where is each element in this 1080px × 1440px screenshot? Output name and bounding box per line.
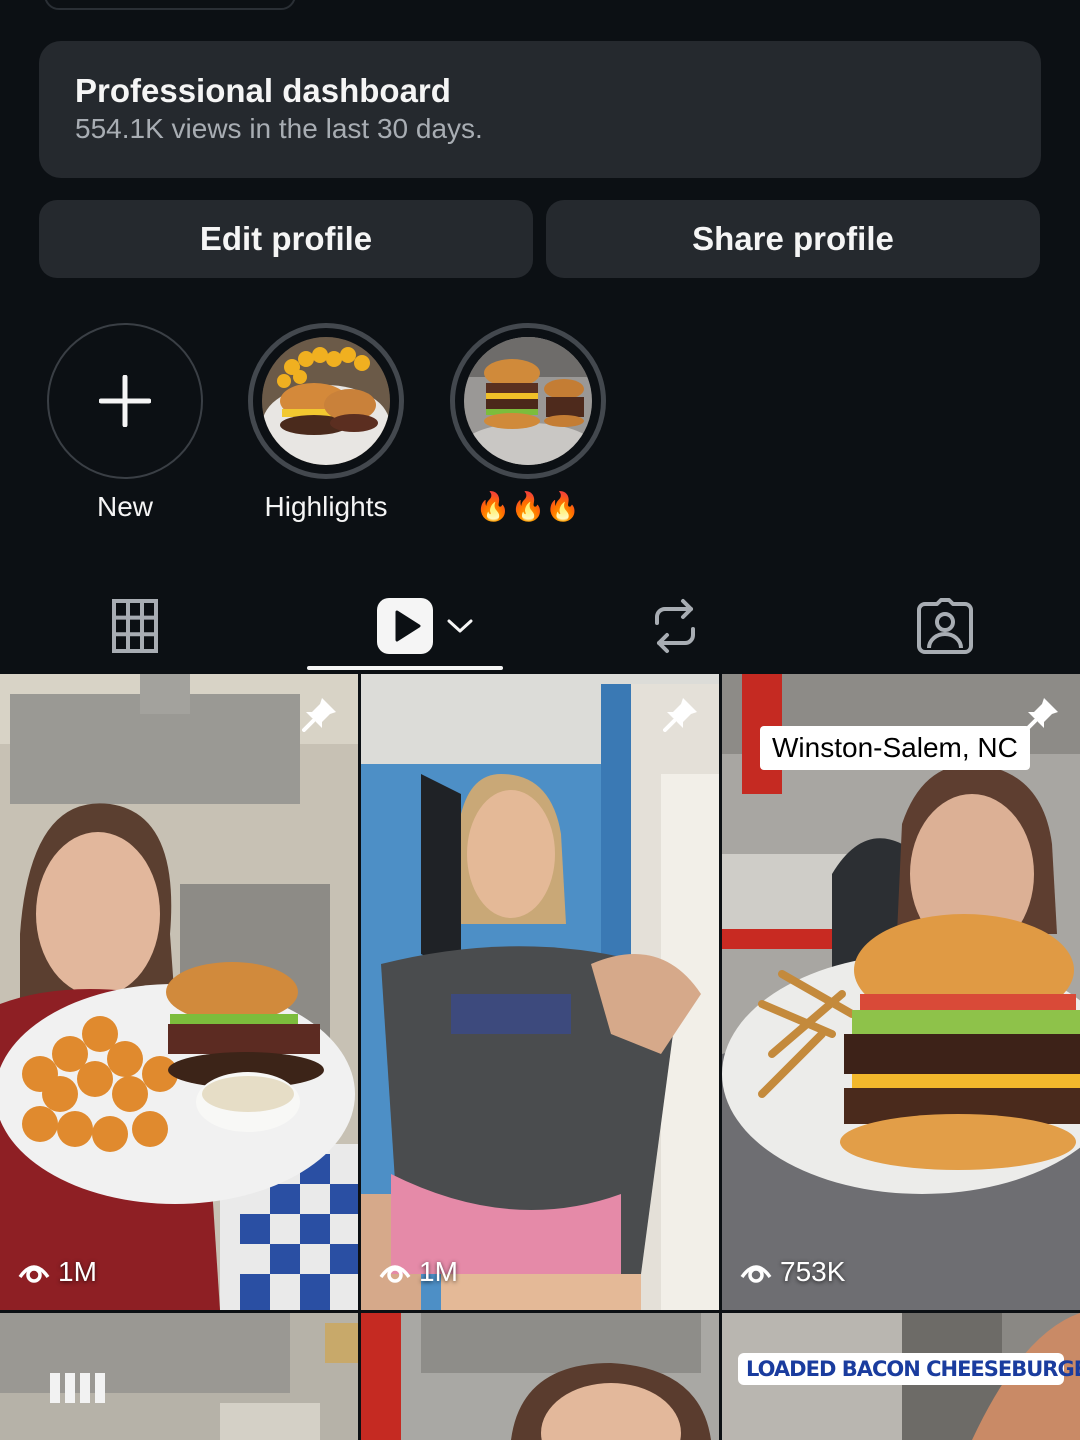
chevron-down-icon	[447, 619, 473, 633]
dashboard-subtitle: 554.1K views in the last 30 days.	[75, 113, 483, 144]
plus-icon	[99, 375, 151, 427]
pin-icon	[663, 698, 697, 732]
reels-icon	[377, 598, 433, 654]
view-count-text: 1M	[419, 1256, 458, 1287]
pin-icon	[302, 698, 336, 732]
pin-icon	[1024, 698, 1058, 732]
burger-fries-photo	[262, 337, 390, 465]
highlight-label: Highlights	[264, 491, 388, 522]
highlight-ring[interactable]	[248, 323, 404, 479]
reels-grid: 1M 1M Winston-Salem, NC 753K LOADED BACO…	[0, 674, 1080, 1440]
view-count-text: 753K	[780, 1256, 846, 1287]
repost-icon	[655, 599, 695, 653]
top-pill-outline	[44, 0, 296, 10]
share-profile-button[interactable]: Share profile	[546, 200, 1040, 278]
reel-image	[0, 1313, 358, 1440]
eye-icon	[379, 1265, 411, 1283]
view-count: 1M	[379, 1256, 458, 1288]
tab-reels[interactable]	[370, 588, 480, 664]
highlight-highlights[interactable]: Highlights	[246, 323, 406, 525]
eye-icon	[740, 1265, 772, 1283]
active-tab-indicator	[307, 666, 503, 670]
grid-icon	[112, 599, 158, 653]
reel-thumbnail[interactable]: 1M	[0, 674, 358, 1310]
tagged-icon	[917, 598, 973, 654]
highlight-label: 🔥🔥🔥	[475, 491, 581, 522]
new-highlight-circle[interactable]	[47, 323, 203, 479]
highlight-fire[interactable]: 🔥🔥🔥	[448, 323, 608, 525]
location-overlay: Winston-Salem, NC	[760, 726, 1030, 770]
reel-thumbnail[interactable]: 1M	[361, 674, 719, 1310]
reel-thumbnail[interactable]: Winston-Salem, NC 753K	[722, 674, 1080, 1310]
view-count: 1M	[18, 1256, 97, 1288]
tab-reposts[interactable]	[640, 588, 710, 664]
highlight-label: New	[96, 491, 153, 522]
burgers-photo	[464, 337, 592, 465]
reel-image	[0, 674, 358, 1310]
reel-thumbnail[interactable]	[361, 1313, 719, 1440]
reel-image	[361, 674, 719, 1310]
reel-thumbnail[interactable]	[0, 1313, 358, 1440]
view-count-text: 1M	[58, 1256, 97, 1287]
view-count: 753K	[740, 1256, 845, 1288]
reel-thumbnail[interactable]: LOADED BACON CHEESEBURGER FRIES	[722, 1313, 1080, 1440]
highlight-new[interactable]: New	[45, 323, 205, 525]
tab-grid[interactable]	[100, 588, 170, 664]
profile-tabs	[0, 580, 1080, 672]
highlight-ring[interactable]	[450, 323, 606, 479]
edit-profile-button[interactable]: Edit profile	[39, 200, 533, 278]
professional-dashboard-card[interactable]: Professional dashboard 554.1K views in t…	[39, 41, 1041, 178]
eye-icon	[18, 1265, 50, 1283]
reel-image	[361, 1313, 719, 1440]
tab-tagged[interactable]	[910, 588, 980, 664]
dashboard-title: Professional dashboard	[75, 72, 451, 109]
title-overlay: LOADED BACON CHEESEBURGER FRIES	[738, 1353, 1080, 1385]
